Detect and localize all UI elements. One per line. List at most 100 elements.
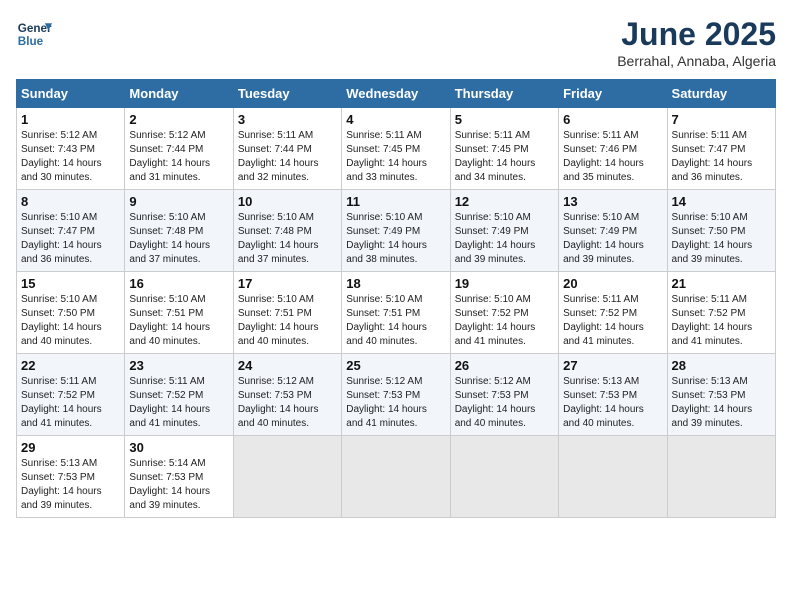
calendar-cell: 23 Sunrise: 5:11 AMSunset: 7:52 PMDaylig… — [125, 354, 233, 436]
day-detail: Sunrise: 5:14 AMSunset: 7:53 PMDaylight:… — [129, 457, 228, 513]
logo: General Blue — [16, 16, 52, 52]
day-detail: Sunrise: 5:11 AMSunset: 7:52 PMDaylight:… — [129, 375, 228, 431]
day-detail: Sunrise: 5:11 AMSunset: 7:52 PMDaylight:… — [672, 293, 771, 349]
day-detail: Sunrise: 5:10 AMSunset: 7:50 PMDaylight:… — [21, 293, 120, 349]
day-detail: Sunrise: 5:10 AMSunset: 7:51 PMDaylight:… — [238, 293, 337, 349]
day-detail: Sunrise: 5:13 AMSunset: 7:53 PMDaylight:… — [563, 375, 662, 431]
calendar-cell: 14 Sunrise: 5:10 AMSunset: 7:50 PMDaylig… — [667, 190, 775, 272]
weekday-header-friday: Friday — [559, 80, 667, 108]
calendar-cell: 10 Sunrise: 5:10 AMSunset: 7:48 PMDaylig… — [233, 190, 341, 272]
day-detail: Sunrise: 5:11 AMSunset: 7:47 PMDaylight:… — [672, 129, 771, 185]
calendar-cell — [233, 436, 341, 518]
day-detail: Sunrise: 5:11 AMSunset: 7:46 PMDaylight:… — [563, 129, 662, 185]
day-number: 21 — [672, 276, 771, 291]
month-title: June 2025 — [617, 16, 776, 53]
day-number: 5 — [455, 112, 554, 127]
day-number: 27 — [563, 358, 662, 373]
calendar-cell — [342, 436, 450, 518]
day-number: 6 — [563, 112, 662, 127]
day-detail: Sunrise: 5:10 AMSunset: 7:52 PMDaylight:… — [455, 293, 554, 349]
calendar-cell: 15 Sunrise: 5:10 AMSunset: 7:50 PMDaylig… — [17, 272, 125, 354]
day-number: 8 — [21, 194, 120, 209]
calendar-cell: 1 Sunrise: 5:12 AMSunset: 7:43 PMDayligh… — [17, 108, 125, 190]
day-number: 20 — [563, 276, 662, 291]
day-detail: Sunrise: 5:11 AMSunset: 7:45 PMDaylight:… — [346, 129, 445, 185]
day-number: 7 — [672, 112, 771, 127]
calendar-cell: 27 Sunrise: 5:13 AMSunset: 7:53 PMDaylig… — [559, 354, 667, 436]
day-detail: Sunrise: 5:12 AMSunset: 7:53 PMDaylight:… — [238, 375, 337, 431]
calendar-cell: 5 Sunrise: 5:11 AMSunset: 7:45 PMDayligh… — [450, 108, 558, 190]
calendar-cell: 13 Sunrise: 5:10 AMSunset: 7:49 PMDaylig… — [559, 190, 667, 272]
calendar-cell: 21 Sunrise: 5:11 AMSunset: 7:52 PMDaylig… — [667, 272, 775, 354]
day-number: 10 — [238, 194, 337, 209]
weekday-header-tuesday: Tuesday — [233, 80, 341, 108]
calendar-cell: 17 Sunrise: 5:10 AMSunset: 7:51 PMDaylig… — [233, 272, 341, 354]
day-number: 23 — [129, 358, 228, 373]
calendar-week-1: 1 Sunrise: 5:12 AMSunset: 7:43 PMDayligh… — [17, 108, 776, 190]
day-detail: Sunrise: 5:10 AMSunset: 7:50 PMDaylight:… — [672, 211, 771, 267]
calendar-cell: 6 Sunrise: 5:11 AMSunset: 7:46 PMDayligh… — [559, 108, 667, 190]
day-number: 26 — [455, 358, 554, 373]
day-detail: Sunrise: 5:11 AMSunset: 7:44 PMDaylight:… — [238, 129, 337, 185]
day-detail: Sunrise: 5:11 AMSunset: 7:52 PMDaylight:… — [563, 293, 662, 349]
day-detail: Sunrise: 5:10 AMSunset: 7:49 PMDaylight:… — [346, 211, 445, 267]
calendar-cell — [450, 436, 558, 518]
calendar-cell: 25 Sunrise: 5:12 AMSunset: 7:53 PMDaylig… — [342, 354, 450, 436]
svg-text:Blue: Blue — [18, 35, 44, 48]
day-number: 28 — [672, 358, 771, 373]
calendar-cell: 24 Sunrise: 5:12 AMSunset: 7:53 PMDaylig… — [233, 354, 341, 436]
page-header: General Blue June 2025 Berrahal, Annaba,… — [16, 16, 776, 69]
calendar-cell: 19 Sunrise: 5:10 AMSunset: 7:52 PMDaylig… — [450, 272, 558, 354]
weekday-header-sunday: Sunday — [17, 80, 125, 108]
calendar-cell — [667, 436, 775, 518]
day-number: 24 — [238, 358, 337, 373]
day-detail: Sunrise: 5:10 AMSunset: 7:49 PMDaylight:… — [563, 211, 662, 267]
day-number: 19 — [455, 276, 554, 291]
weekday-header-monday: Monday — [125, 80, 233, 108]
day-number: 14 — [672, 194, 771, 209]
day-number: 29 — [21, 440, 120, 455]
day-detail: Sunrise: 5:10 AMSunset: 7:51 PMDaylight:… — [129, 293, 228, 349]
weekday-header-saturday: Saturday — [667, 80, 775, 108]
day-number: 25 — [346, 358, 445, 373]
day-detail: Sunrise: 5:12 AMSunset: 7:53 PMDaylight:… — [455, 375, 554, 431]
day-detail: Sunrise: 5:12 AMSunset: 7:44 PMDaylight:… — [129, 129, 228, 185]
day-number: 16 — [129, 276, 228, 291]
day-detail: Sunrise: 5:12 AMSunset: 7:43 PMDaylight:… — [21, 129, 120, 185]
day-number: 18 — [346, 276, 445, 291]
day-detail: Sunrise: 5:12 AMSunset: 7:53 PMDaylight:… — [346, 375, 445, 431]
day-number: 11 — [346, 194, 445, 209]
day-detail: Sunrise: 5:11 AMSunset: 7:52 PMDaylight:… — [21, 375, 120, 431]
logo-icon: General Blue — [16, 16, 52, 52]
day-number: 9 — [129, 194, 228, 209]
calendar-cell — [559, 436, 667, 518]
day-detail: Sunrise: 5:10 AMSunset: 7:48 PMDaylight:… — [238, 211, 337, 267]
day-number: 12 — [455, 194, 554, 209]
calendar-cell: 18 Sunrise: 5:10 AMSunset: 7:51 PMDaylig… — [342, 272, 450, 354]
calendar-cell: 22 Sunrise: 5:11 AMSunset: 7:52 PMDaylig… — [17, 354, 125, 436]
calendar-cell: 12 Sunrise: 5:10 AMSunset: 7:49 PMDaylig… — [450, 190, 558, 272]
day-detail: Sunrise: 5:11 AMSunset: 7:45 PMDaylight:… — [455, 129, 554, 185]
day-number: 17 — [238, 276, 337, 291]
day-number: 13 — [563, 194, 662, 209]
calendar-week-2: 8 Sunrise: 5:10 AMSunset: 7:47 PMDayligh… — [17, 190, 776, 272]
calendar-cell: 2 Sunrise: 5:12 AMSunset: 7:44 PMDayligh… — [125, 108, 233, 190]
day-number: 22 — [21, 358, 120, 373]
title-block: June 2025 Berrahal, Annaba, Algeria — [617, 16, 776, 69]
day-number: 4 — [346, 112, 445, 127]
day-detail: Sunrise: 5:10 AMSunset: 7:49 PMDaylight:… — [455, 211, 554, 267]
calendar-cell: 28 Sunrise: 5:13 AMSunset: 7:53 PMDaylig… — [667, 354, 775, 436]
day-number: 15 — [21, 276, 120, 291]
calendar-cell: 8 Sunrise: 5:10 AMSunset: 7:47 PMDayligh… — [17, 190, 125, 272]
day-detail: Sunrise: 5:13 AMSunset: 7:53 PMDaylight:… — [672, 375, 771, 431]
day-number: 3 — [238, 112, 337, 127]
day-detail: Sunrise: 5:10 AMSunset: 7:48 PMDaylight:… — [129, 211, 228, 267]
day-detail: Sunrise: 5:13 AMSunset: 7:53 PMDaylight:… — [21, 457, 120, 513]
calendar-cell: 20 Sunrise: 5:11 AMSunset: 7:52 PMDaylig… — [559, 272, 667, 354]
calendar-cell: 4 Sunrise: 5:11 AMSunset: 7:45 PMDayligh… — [342, 108, 450, 190]
calendar-week-4: 22 Sunrise: 5:11 AMSunset: 7:52 PMDaylig… — [17, 354, 776, 436]
calendar-cell: 29 Sunrise: 5:13 AMSunset: 7:53 PMDaylig… — [17, 436, 125, 518]
calendar-table: SundayMondayTuesdayWednesdayThursdayFrid… — [16, 79, 776, 518]
calendar-cell: 7 Sunrise: 5:11 AMSunset: 7:47 PMDayligh… — [667, 108, 775, 190]
calendar-week-5: 29 Sunrise: 5:13 AMSunset: 7:53 PMDaylig… — [17, 436, 776, 518]
